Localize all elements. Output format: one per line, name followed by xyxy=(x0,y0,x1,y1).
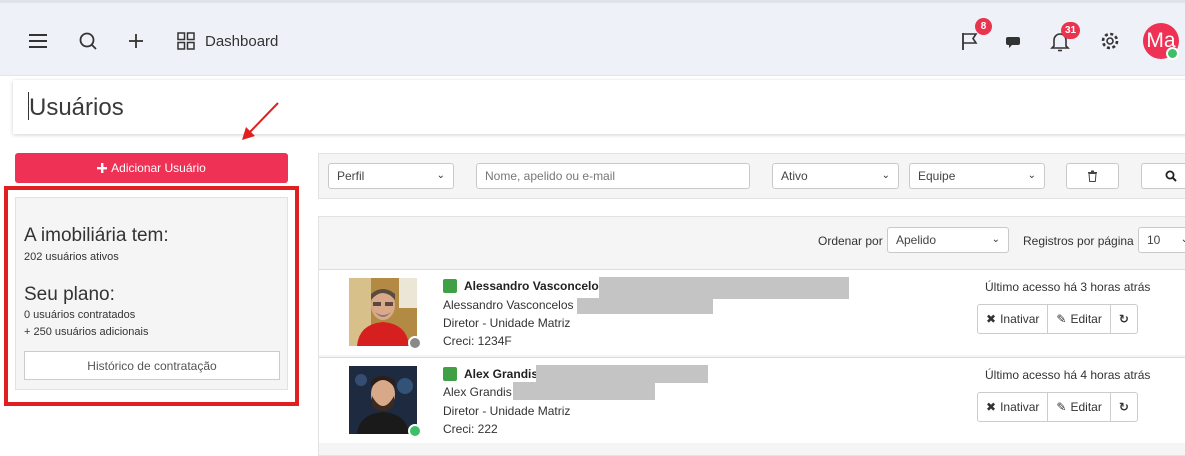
refresh-icon: ↻ xyxy=(1118,312,1129,326)
last-access: Último acesso há 3 horas atrás xyxy=(985,280,1151,294)
refresh-icon: ↻ xyxy=(1118,400,1129,414)
page-title-bar: Usuários xyxy=(13,80,1185,134)
redacted-block xyxy=(513,382,655,400)
flag-badge: 8 xyxy=(975,18,992,35)
gear-icon[interactable] xyxy=(1098,29,1122,53)
top-bar: Dashboard 8 31 Ma xyxy=(0,0,1185,76)
user-list-panel: Ordenar por Apelido ⌄ Registros por pági… xyxy=(318,216,1185,456)
chevron-down-icon: ⌄ xyxy=(1180,234,1185,245)
edit-button[interactable]: ✎ Editar xyxy=(1048,393,1111,421)
search-button[interactable] xyxy=(1141,163,1185,189)
action-buttons: ✖ Inativar ✎ Editar ↻ xyxy=(977,304,1138,334)
x-icon: ✖ xyxy=(986,400,997,414)
redacted-block xyxy=(577,298,713,314)
dashboard-link[interactable]: Dashboard xyxy=(205,33,278,50)
user-creci: Creci: 222 xyxy=(443,422,498,436)
refresh-button[interactable]: ↻ xyxy=(1111,393,1137,421)
plus-icon[interactable] xyxy=(124,29,148,53)
user-row: Alessandro Vasconcelos Alessandro Vascon… xyxy=(319,269,1185,355)
user-status-dot xyxy=(408,424,422,438)
chat-icon[interactable] xyxy=(1002,29,1026,53)
redacted-block xyxy=(536,365,708,383)
page-title: Usuários xyxy=(29,94,124,121)
online-status-dot xyxy=(1166,47,1179,60)
pencil-icon: ✎ xyxy=(1056,400,1067,414)
action-buttons: ✖ Inativar ✎ Editar ↻ xyxy=(977,392,1138,422)
clear-filters-button[interactable] xyxy=(1066,163,1119,189)
search-icon[interactable] xyxy=(76,29,100,53)
user-row: Alex Grandis Alex Grandis Diretor - Unid… xyxy=(319,357,1185,443)
user-photo xyxy=(349,366,417,434)
user-name[interactable]: Alex Grandis xyxy=(464,367,538,381)
annotation-arrow-icon xyxy=(242,102,279,140)
annotation-highlight-box xyxy=(4,186,299,406)
redacted-block xyxy=(599,277,849,299)
deactivate-button[interactable]: ✖ Inativar xyxy=(978,393,1049,421)
user-full-name: Alessandro Vasconcelos - xyxy=(443,298,581,312)
user-color-tag xyxy=(443,279,457,293)
plus-icon xyxy=(97,163,108,173)
search-input[interactable]: Nome, apelido ou e-mail xyxy=(476,163,750,189)
add-user-button[interactable]: Adicionar Usuário xyxy=(15,153,288,183)
order-label: Ordenar por xyxy=(818,234,883,248)
last-access: Último acesso há 4 horas atrás xyxy=(985,368,1151,382)
user-role: Diretor - Unidade Matriz xyxy=(443,404,571,418)
order-select[interactable]: Apelido ⌄ xyxy=(887,227,1009,253)
user-full-name: Alex Grandis xyxy=(443,385,512,399)
user-photo xyxy=(349,278,417,346)
profile-select[interactable]: Perfil ⌄ xyxy=(328,163,454,189)
per-page-label: Registros por página xyxy=(1023,234,1134,248)
chevron-down-icon: ⌄ xyxy=(436,170,445,181)
deactivate-button[interactable]: ✖ Inativar xyxy=(978,305,1049,333)
pencil-icon: ✎ xyxy=(1056,312,1067,326)
edit-button[interactable]: ✎ Editar xyxy=(1048,305,1111,333)
filter-bar: Perfil ⌄ Nome, apelido ou e-mail Ativo ⌄… xyxy=(318,153,1185,199)
refresh-button[interactable]: ↻ xyxy=(1111,305,1137,333)
x-icon: ✖ xyxy=(986,312,997,326)
user-name[interactable]: Alessandro Vasconcelos xyxy=(464,279,605,293)
bell-badge: 31 xyxy=(1061,22,1081,39)
chevron-down-icon: ⌄ xyxy=(881,170,890,181)
user-color-tag xyxy=(443,367,457,381)
hamburger-icon[interactable] xyxy=(27,29,51,53)
user-status-dot xyxy=(408,336,422,350)
user-role: Diretor - Unidade Matriz xyxy=(443,316,571,330)
team-select[interactable]: Equipe ⌄ xyxy=(909,163,1045,189)
user-creci: Creci: 1234F xyxy=(443,334,512,348)
status-select[interactable]: Ativo ⌄ xyxy=(772,163,899,189)
grid-icon[interactable] xyxy=(174,29,198,53)
chevron-down-icon: ⌄ xyxy=(1027,170,1036,181)
sort-row: Ordenar por Apelido ⌄ Registros por pági… xyxy=(319,217,1185,267)
trash-icon xyxy=(1088,170,1097,182)
chevron-down-icon: ⌄ xyxy=(991,234,1000,245)
search-icon xyxy=(1165,170,1177,182)
per-page-select[interactable]: 10 ⌄ xyxy=(1138,227,1185,253)
